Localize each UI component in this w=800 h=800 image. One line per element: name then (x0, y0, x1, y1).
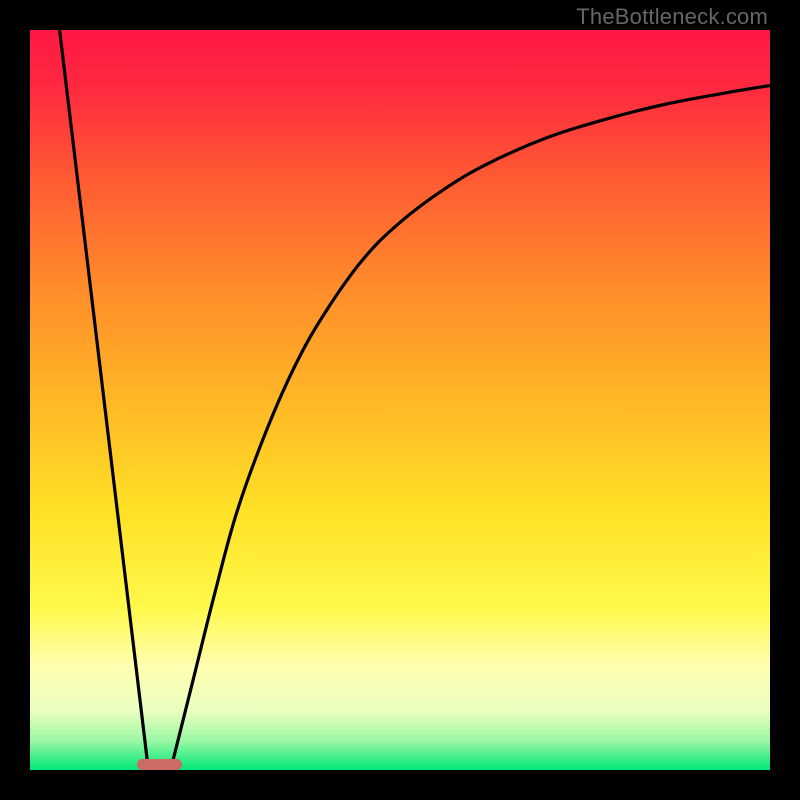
curve-right-segment (171, 86, 770, 771)
bottleneck-marker (137, 759, 181, 770)
curve-layer (30, 30, 770, 770)
curve-left-segment (60, 30, 149, 770)
watermark-text: TheBottleneck.com (576, 4, 768, 30)
chart-frame: TheBottleneck.com (0, 0, 800, 800)
plot-area (30, 30, 770, 770)
